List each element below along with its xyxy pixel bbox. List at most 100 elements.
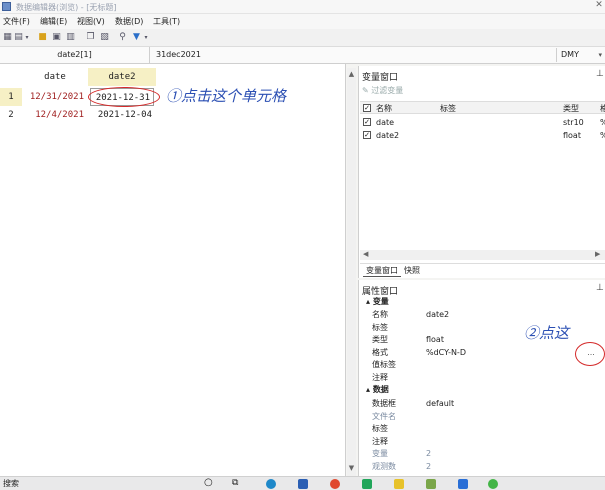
grid-scrollbar[interactable]: ▲ ▼ bbox=[347, 68, 356, 476]
scroll-left-icon[interactable]: ◀ bbox=[363, 250, 368, 258]
variable-filter-input[interactable]: ✎ 过滤变量 bbox=[362, 85, 605, 98]
variables-hscrollbar[interactable]: ◀ ▶ bbox=[360, 250, 605, 260]
format-select[interactable]: DMY ▾ bbox=[556, 48, 605, 62]
table-cell-date2[interactable]: 2021-12-04 bbox=[90, 106, 152, 124]
header-name[interactable]: 名称 bbox=[376, 103, 392, 114]
property-row-data-notes[interactable]: 注释 bbox=[362, 436, 602, 449]
property-row-notes[interactable]: 注释 bbox=[362, 372, 602, 385]
annotation-note-1: ①点击这个单元格 bbox=[166, 87, 287, 105]
property-key: 变量 bbox=[372, 449, 388, 458]
variable-type: float bbox=[563, 131, 581, 140]
wechat-icon[interactable] bbox=[488, 479, 498, 489]
header-type[interactable]: 类型 bbox=[563, 103, 579, 114]
data-grid bbox=[0, 64, 346, 476]
taskbar-search[interactable]: 搜索 bbox=[3, 478, 19, 489]
table-cell-date[interactable]: 12/31/2021 bbox=[22, 88, 84, 106]
tab-variables[interactable]: 变量窗口 bbox=[363, 265, 401, 277]
select-all-checkbox[interactable]: ✓ bbox=[363, 104, 371, 112]
open-icon[interactable]: ▤ bbox=[14, 33, 23, 42]
find-icon[interactable]: ⚲ bbox=[118, 33, 127, 42]
store-icon[interactable] bbox=[426, 479, 436, 489]
copy-icon[interactable]: ❐ bbox=[86, 33, 95, 42]
variable-checkbox[interactable]: ✓ bbox=[363, 118, 371, 126]
print-icon[interactable]: ▥ bbox=[66, 33, 75, 42]
header-label[interactable]: 标签 bbox=[440, 103, 456, 114]
menu-tools[interactable]: 工具(T) bbox=[153, 16, 180, 27]
cell-name: date2[1] bbox=[0, 47, 150, 63]
table-cell-date[interactable]: 12/4/2021 bbox=[22, 106, 84, 124]
property-section-variable[interactable]: ▴ 变量 bbox=[362, 296, 602, 309]
chrome-icon[interactable] bbox=[330, 479, 340, 489]
panel-tabs: 变量窗口 快照 bbox=[360, 263, 605, 277]
annotation-circle-cell bbox=[88, 87, 160, 107]
menu-view[interactable]: 视图(V) bbox=[77, 16, 105, 27]
save-icon[interactable]: ▣ bbox=[52, 33, 61, 42]
property-key: 值标签 bbox=[372, 360, 396, 369]
property-row-value-label[interactable]: 值标签 bbox=[362, 359, 602, 372]
cell-value-input[interactable]: 31dec2021 bbox=[156, 47, 201, 63]
property-value[interactable]: %dCY-N-D bbox=[426, 347, 466, 360]
menu-data[interactable]: 数据(D) bbox=[115, 16, 143, 27]
menu-bar: 文件(F) 编辑(E) 视图(V) 数据(D) 工具(T) bbox=[0, 14, 605, 29]
property-row-name[interactable]: 名称 date2 bbox=[362, 309, 602, 322]
property-value[interactable]: date2 bbox=[426, 309, 449, 322]
property-row-obs-count: 观测数 2 bbox=[362, 461, 602, 474]
toolbar: ▦ ▤ ▾ ■ ▣ ▥ ❐ ▧ ⚲ ▼ ▾ bbox=[0, 29, 605, 47]
spreadsheet-icon[interactable] bbox=[362, 479, 372, 489]
property-key: 注释 bbox=[372, 436, 388, 446]
scroll-right-icon[interactable]: ▶ bbox=[595, 250, 600, 258]
column-header-date[interactable]: date bbox=[22, 68, 88, 86]
grid-icon[interactable]: ▦ bbox=[3, 33, 12, 42]
pin-icon[interactable]: ⊥ bbox=[596, 69, 604, 79]
property-key: 注释 bbox=[372, 372, 388, 382]
variable-checkbox[interactable]: ✓ bbox=[363, 131, 371, 139]
menu-file[interactable]: 文件(F) bbox=[3, 16, 30, 27]
task-view-icon[interactable]: ⧉ bbox=[232, 478, 238, 488]
property-value[interactable]: float bbox=[426, 334, 444, 347]
property-value: 2 bbox=[426, 449, 432, 458]
list-item[interactable]: ✓ date2 float % bbox=[360, 129, 605, 142]
property-value[interactable]: default bbox=[426, 398, 454, 411]
property-row-filename[interactable]: 文件名 bbox=[362, 411, 602, 424]
explorer-icon[interactable] bbox=[394, 479, 404, 489]
paste-icon[interactable]: ▧ bbox=[100, 33, 109, 42]
taskbar: 搜索 ○ ⧉ bbox=[0, 476, 605, 490]
header-format[interactable]: 格 bbox=[600, 103, 605, 114]
property-key: ▴ 变量 bbox=[366, 297, 389, 306]
close-button[interactable]: ✕ bbox=[593, 0, 605, 13]
folder-icon[interactable]: ■ bbox=[38, 33, 47, 42]
property-row-frame[interactable]: 数据框 default bbox=[362, 398, 602, 411]
edge-icon[interactable] bbox=[266, 479, 276, 489]
variable-type: str10 bbox=[563, 118, 584, 127]
app-icon[interactable] bbox=[458, 479, 468, 489]
property-row-format[interactable]: 格式 %dCY-N-D bbox=[362, 347, 602, 360]
scroll-down-icon[interactable]: ▼ bbox=[347, 464, 356, 473]
row-number[interactable]: 2 bbox=[0, 106, 22, 124]
scroll-up-icon[interactable]: ▲ bbox=[347, 70, 356, 79]
word-icon[interactable] bbox=[298, 479, 308, 489]
title-bar: 数据编辑器(浏览) - [无标题] ✕ bbox=[0, 0, 605, 14]
pin-icon[interactable]: ⊥ bbox=[596, 283, 604, 293]
variable-filter-placeholder: 过滤变量 bbox=[371, 86, 404, 95]
chevron-down-icon[interactable]: ▾ bbox=[143, 33, 149, 42]
menu-edit[interactable]: 编辑(E) bbox=[40, 16, 67, 27]
chevron-down-icon: ▾ bbox=[598, 51, 602, 59]
search-icon: ✎ bbox=[362, 86, 372, 95]
row-number[interactable]: 1 bbox=[0, 88, 22, 106]
cell-bar: date2[1] 31dec2021 DMY ▾ bbox=[0, 47, 605, 64]
list-item[interactable]: ✓ date str10 % bbox=[360, 116, 605, 129]
property-key: ▴ 数据 bbox=[366, 385, 389, 394]
property-section-data[interactable]: ▴ 数据 bbox=[362, 384, 602, 397]
filter-icon[interactable]: ▼ bbox=[132, 33, 141, 42]
column-header-date2[interactable]: date2 bbox=[88, 68, 156, 86]
chevron-down-icon[interactable]: ▾ bbox=[24, 33, 30, 42]
property-key: 类型 bbox=[372, 335, 388, 344]
property-key: 格式 bbox=[372, 347, 388, 357]
format-select-value: DMY bbox=[561, 50, 579, 59]
search-icon[interactable]: ○ bbox=[204, 477, 213, 488]
tab-snapshots[interactable]: 快照 bbox=[401, 265, 423, 277]
annotation-note-2: ②点这 bbox=[524, 324, 570, 342]
variable-name: date bbox=[376, 118, 395, 127]
property-row-data-label[interactable]: 标签 bbox=[362, 423, 602, 436]
format-ellipsis-button[interactable]: ... bbox=[585, 349, 597, 359]
